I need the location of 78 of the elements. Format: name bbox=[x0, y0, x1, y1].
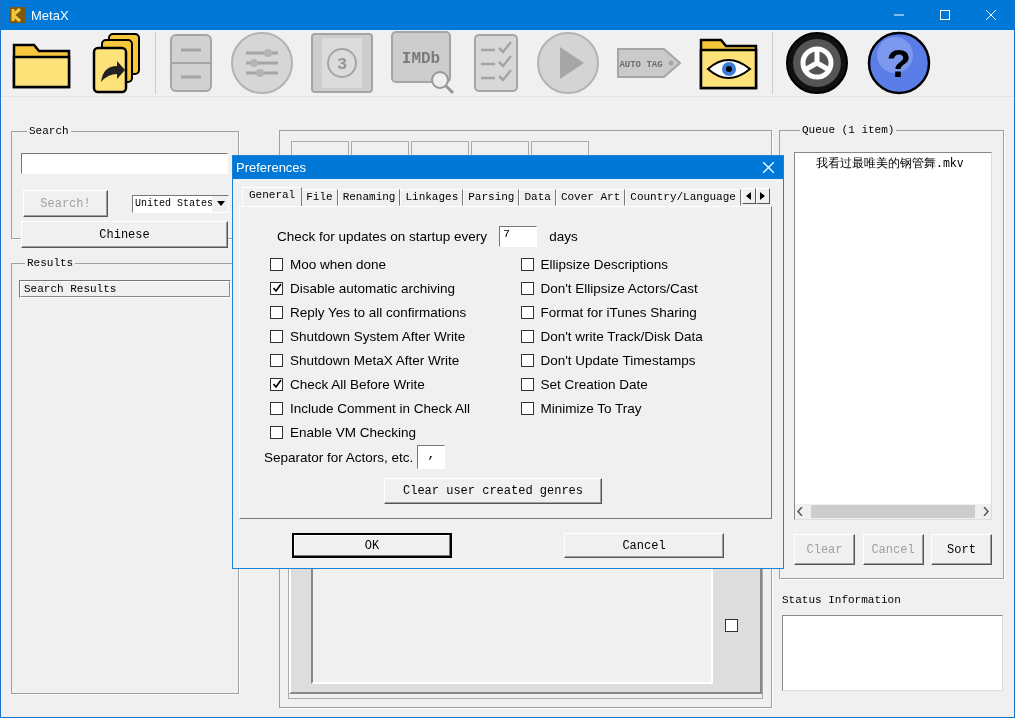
tab[interactable]: Cover Art bbox=[555, 189, 626, 206]
option-label: Check All Before Write bbox=[290, 376, 425, 392]
queue-button[interactable]: Sort bbox=[931, 534, 992, 565]
option-label: Don't Update Timestamps bbox=[540, 352, 696, 368]
checkbox[interactable] bbox=[270, 425, 283, 439]
option-label: Set Creation Date bbox=[540, 376, 648, 392]
tab[interactable]: Renaming bbox=[337, 189, 401, 206]
checkbox[interactable] bbox=[270, 329, 283, 343]
maximize-icon bbox=[940, 10, 950, 20]
dropdown-arrow-icon bbox=[217, 201, 225, 206]
close-icon bbox=[986, 10, 996, 20]
checkbox[interactable] bbox=[270, 305, 283, 319]
option-label: Disable automatic archiving bbox=[290, 280, 456, 296]
checkbox[interactable] bbox=[270, 377, 283, 391]
checkbox[interactable] bbox=[520, 329, 534, 343]
option-label: Reply Yes to all confirmations bbox=[290, 304, 467, 320]
checkbox[interactable] bbox=[725, 618, 738, 632]
tab[interactable]: Data bbox=[519, 189, 556, 206]
tag-label: AUTO TAG bbox=[619, 60, 663, 70]
scrollbar[interactable] bbox=[795, 504, 991, 519]
dialog-title: Preferences bbox=[236, 160, 307, 175]
tab[interactable]: General bbox=[242, 187, 303, 206]
option-label: Moo when done bbox=[290, 256, 387, 272]
column-header[interactable]: Search Results bbox=[20, 281, 230, 297]
checkbox[interactable] bbox=[520, 281, 534, 295]
option-label: Ellipsize Descriptions bbox=[540, 256, 669, 272]
option-label: Don't Ellipsize Actors/Cast bbox=[540, 280, 698, 296]
tab[interactable]: Parsing bbox=[463, 189, 520, 206]
checkbox[interactable] bbox=[520, 401, 534, 415]
option-label: Separator for Actors, etc. bbox=[264, 449, 414, 465]
checkbox[interactable] bbox=[270, 353, 283, 367]
film-number: 3 bbox=[336, 55, 348, 74]
window-title: MetaX bbox=[31, 7, 70, 23]
gear-icon[interactable] bbox=[785, 31, 849, 95]
queue-item[interactable]: 我看过最唯美的钢管舞.mkv bbox=[795, 156, 991, 171]
tab[interactable]: File bbox=[301, 189, 338, 206]
tab[interactable]: Linkages bbox=[400, 189, 464, 206]
section-label: Status Information bbox=[782, 594, 902, 606]
option-label: Include Comment in Check All bbox=[290, 400, 471, 416]
checkbox[interactable] bbox=[270, 281, 283, 295]
option-label: days bbox=[549, 229, 578, 244]
tab[interactable]: Country/Language bbox=[625, 189, 741, 206]
scroll-left-button[interactable] bbox=[741, 188, 756, 204]
app-icon bbox=[9, 7, 25, 23]
documents-arrow-icon[interactable] bbox=[91, 32, 143, 94]
option-label: Minimize To Tray bbox=[540, 400, 642, 416]
help-icon[interactable]: ? bbox=[867, 31, 931, 95]
cancel-button[interactable]: Cancel bbox=[564, 533, 724, 558]
search-field[interactable] bbox=[21, 153, 228, 174]
checkbox[interactable] bbox=[520, 305, 534, 319]
option-label: Format for iTunes Sharing bbox=[540, 304, 697, 320]
option-label: Enable VM Checking bbox=[290, 424, 417, 440]
section-label: Search bbox=[28, 125, 70, 137]
clear-genres-button[interactable]: Clear user created genres bbox=[384, 478, 602, 504]
input-field[interactable]: 7 bbox=[499, 226, 538, 247]
option-label: Don't write Track/Disk Data bbox=[540, 328, 703, 344]
checkbox[interactable] bbox=[520, 257, 534, 271]
help-mark: ? bbox=[887, 44, 911, 89]
section-label: Results bbox=[26, 257, 75, 269]
option-label: Check for updates on startup every bbox=[277, 229, 488, 244]
right-triangle-icon bbox=[760, 192, 766, 200]
left-triangle-icon bbox=[746, 192, 752, 200]
country-dropdown[interactable]: United States bbox=[132, 194, 229, 213]
input-field[interactable]: , bbox=[417, 445, 446, 469]
chevron-left-icon[interactable] bbox=[797, 507, 803, 516]
option-label: Shutdown System After Write bbox=[290, 328, 466, 344]
chevron-right-icon[interactable] bbox=[983, 507, 989, 516]
ok-button[interactable]: OK bbox=[292, 533, 452, 558]
section-label: Queue (1 item) bbox=[801, 124, 896, 136]
language-button[interactable]: Chinese bbox=[21, 221, 228, 248]
checkbox[interactable] bbox=[270, 257, 283, 271]
close-icon bbox=[762, 162, 774, 173]
imdb-label: IMDb bbox=[401, 50, 441, 68]
checkbox[interactable] bbox=[520, 377, 534, 391]
checkbox[interactable] bbox=[520, 353, 534, 367]
option-label: Shutdown MetaX After Write bbox=[290, 352, 460, 368]
checkbox[interactable] bbox=[270, 401, 283, 415]
scroll-right-button[interactable] bbox=[755, 188, 770, 204]
